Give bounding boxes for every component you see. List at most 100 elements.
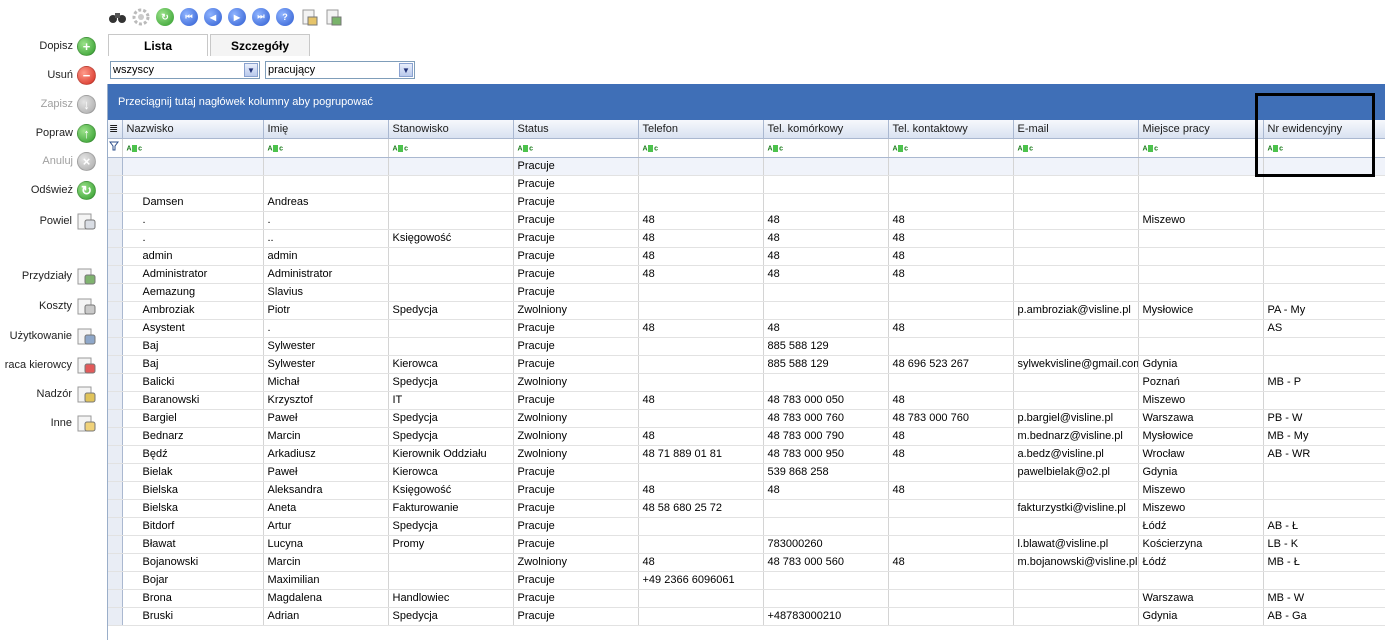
table-row[interactable]: Bojanowski Marcin Zwolniony 48 48 783 000 56… xyxy=(108,553,1385,572)
table-cell[interactable]: 48 xyxy=(638,427,764,446)
table-row[interactable]: .. Pracuje 48 48 48 Miszewo xyxy=(108,211,1385,230)
table-cell[interactable]: AB - WR xyxy=(1263,445,1385,464)
row-indicator[interactable] xyxy=(108,463,123,482)
table-row[interactable]: Baranowski Krzysztof IT Pracuje 48 48 783 000… xyxy=(108,391,1385,410)
table-cell[interactable]: 48 xyxy=(888,319,1014,338)
table-cell[interactable] xyxy=(1013,265,1139,284)
table-cell[interactable] xyxy=(388,283,514,302)
help-icon[interactable]: ? xyxy=(276,8,294,26)
table-cell[interactable] xyxy=(1013,157,1139,176)
row-indicator[interactable] xyxy=(108,211,123,230)
table-row[interactable]: Pracuje xyxy=(108,175,1385,194)
table-cell[interactable]: Bławat xyxy=(122,535,264,554)
table-cell[interactable]: AB - Ga xyxy=(1263,607,1385,626)
group-by-panel[interactable]: Przeciągnij tutaj nagłówek kolumny aby p… xyxy=(108,84,1385,120)
table-cell[interactable]: 48 xyxy=(888,265,1014,284)
table-cell[interactable] xyxy=(763,157,889,176)
table-cell[interactable]: MB - P xyxy=(1263,373,1385,392)
table-cell[interactable]: Michał xyxy=(263,373,389,392)
text-filter-icon[interactable]: Ac xyxy=(768,145,783,153)
table-cell[interactable] xyxy=(263,157,389,176)
table-cell[interactable] xyxy=(1263,355,1385,374)
table-cell[interactable]: sylwekvisline@gmail.com xyxy=(1013,355,1139,374)
table-cell[interactable] xyxy=(1263,571,1385,590)
table-cell[interactable] xyxy=(638,193,764,212)
table-cell[interactable] xyxy=(1138,157,1264,176)
sidebar-button-11[interactable]: Nadzór xyxy=(37,381,96,407)
table-cell[interactable]: pawelbielak@o2.pl xyxy=(1013,463,1139,482)
table-cell[interactable]: 48 xyxy=(638,391,764,410)
table-row[interactable]: Bielska Aleksandra Księgowość Pracuje 48 48 48… xyxy=(108,481,1385,500)
table-cell[interactable]: m.bojanowski@visline.pl xyxy=(1013,553,1139,572)
table-cell[interactable] xyxy=(1263,499,1385,518)
table-cell[interactable]: Paweł xyxy=(263,409,389,428)
table-cell[interactable]: Kierownik Oddziału xyxy=(388,445,514,464)
column-filter-cell[interactable]: Ac xyxy=(1138,138,1264,158)
table-row[interactable]: Baj Sylwester Kierowca Pracuje 885 588 129 48… xyxy=(108,355,1385,374)
table-row[interactable]: admin admin Pracuje 48 48 48 xyxy=(108,247,1385,266)
table-cell[interactable]: Kierowca xyxy=(388,463,514,482)
table-cell[interactable]: Gdynia xyxy=(1138,463,1264,482)
table-cell[interactable]: Pracuje xyxy=(513,391,639,410)
table-cell[interactable]: 885 588 129 xyxy=(763,355,889,374)
text-filter-icon[interactable]: Ac xyxy=(1018,145,1033,153)
column-header[interactable]: Tel. kontaktowy xyxy=(888,120,1014,139)
table-cell[interactable] xyxy=(1013,247,1139,266)
table-cell[interactable] xyxy=(763,283,889,302)
row-indicator[interactable] xyxy=(108,607,123,626)
row-indicator[interactable] xyxy=(108,553,123,572)
table-cell[interactable] xyxy=(888,373,1014,392)
table-row[interactable]: Będź Arkadiusz Kierownik Oddziału Zwolniony… xyxy=(108,445,1385,464)
table-cell[interactable] xyxy=(763,517,889,536)
table-cell[interactable]: Bitdorf xyxy=(122,517,264,536)
table-cell[interactable] xyxy=(1013,319,1139,338)
table-cell[interactable] xyxy=(1013,391,1139,410)
status-filter-select[interactable]: pracujący ▼ xyxy=(265,61,415,79)
table-cell[interactable]: Maximilian xyxy=(263,571,389,590)
table-cell[interactable]: 48 xyxy=(638,481,764,500)
table-cell[interactable]: MB - Ł xyxy=(1263,553,1385,572)
column-filter-cell[interactable]: Ac xyxy=(1263,138,1385,158)
column-header[interactable]: Tel. komórkowy xyxy=(763,120,889,139)
table-cell[interactable]: 48 xyxy=(638,553,764,572)
table-cell[interactable]: Marcin xyxy=(263,553,389,572)
table-cell[interactable] xyxy=(1013,175,1139,194)
sidebar-button-2[interactable]: Zapisz ↓ xyxy=(41,91,96,117)
table-cell[interactable]: .. xyxy=(263,229,389,248)
table-cell[interactable]: admin xyxy=(263,247,389,266)
row-indicator[interactable] xyxy=(108,499,123,518)
table-row[interactable]: Brona Magdalena Handlowiec Pracuje Warszawa M… xyxy=(108,589,1385,608)
table-cell[interactable] xyxy=(763,193,889,212)
text-filter-icon[interactable]: Ac xyxy=(893,145,908,153)
table-cell[interactable]: Aemazung xyxy=(122,283,264,302)
sidebar-button-10[interactable]: raca kierowcy xyxy=(5,352,96,378)
table-cell[interactable]: 48 xyxy=(763,319,889,338)
table-cell[interactable] xyxy=(638,157,764,176)
row-indicator[interactable] xyxy=(108,301,123,320)
row-indicator[interactable] xyxy=(108,427,123,446)
table-cell[interactable]: Zwolniony xyxy=(513,553,639,572)
table-cell[interactable]: fakturzystki@visline.pl xyxy=(1013,499,1139,518)
table-row[interactable]: Aemazung Slavius Pracuje xyxy=(108,283,1385,302)
table-cell[interactable]: 885 588 129 xyxy=(763,337,889,356)
table-cell[interactable] xyxy=(888,301,1014,320)
row-indicator[interactable] xyxy=(108,319,123,338)
table-cell[interactable] xyxy=(1263,193,1385,212)
table-cell[interactable] xyxy=(1263,229,1385,248)
table-cell[interactable]: Sylwester xyxy=(263,355,389,374)
table-cell[interactable]: 48 xyxy=(888,247,1014,266)
row-indicator[interactable] xyxy=(108,535,123,554)
table-cell[interactable] xyxy=(638,463,764,482)
table-cell[interactable]: Księgowość xyxy=(388,229,514,248)
chevron-down-icon[interactable]: ▼ xyxy=(399,63,413,77)
table-cell[interactable]: Poznań xyxy=(1138,373,1264,392)
table-cell[interactable]: Magdalena xyxy=(263,589,389,608)
table-cell[interactable] xyxy=(1263,283,1385,302)
table-row[interactable]: Administrator Administrator Pracuje 48 48 48 xyxy=(108,265,1385,284)
table-cell[interactable]: Pracuje xyxy=(513,319,639,338)
text-filter-icon[interactable]: Ac xyxy=(1143,145,1158,153)
table-cell[interactable]: . xyxy=(122,211,264,230)
table-cell[interactable]: MB - W xyxy=(1263,589,1385,608)
table-cell[interactable] xyxy=(388,319,514,338)
table-cell[interactable]: Warszawa xyxy=(1138,589,1264,608)
